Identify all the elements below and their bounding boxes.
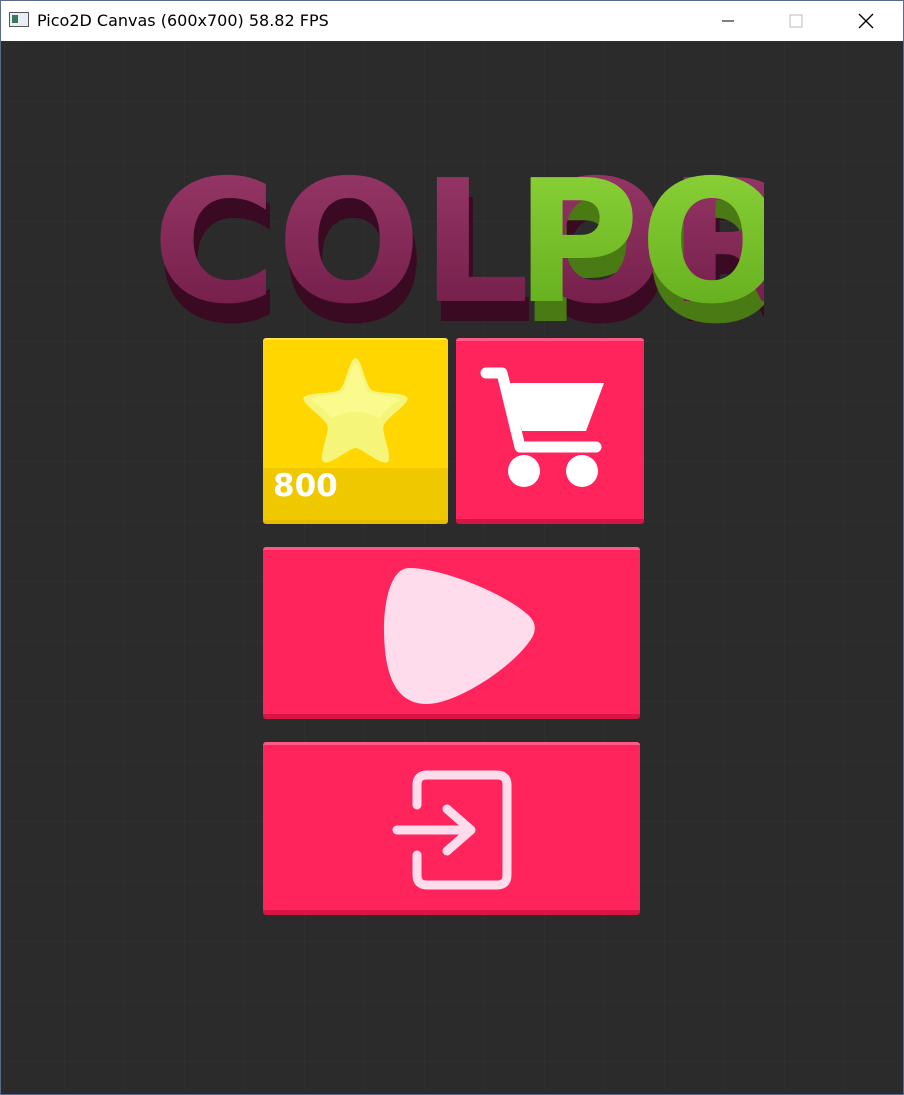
close-icon	[858, 13, 874, 29]
app-icon	[9, 12, 29, 27]
play-icon	[384, 568, 535, 704]
app-window: Pico2D Canvas (600x700) 58.82 FPS COLOR …	[0, 0, 904, 1095]
close-button[interactable]	[843, 1, 889, 41]
exit-icon	[392, 770, 512, 890]
minimize-icon	[722, 20, 734, 22]
exit-button[interactable]	[263, 742, 640, 915]
maximize-button[interactable]	[773, 1, 819, 41]
stars-tile[interactable]: 800	[263, 338, 448, 524]
logo-word-pop: POP!	[515, 144, 764, 341]
window-title: Pico2D Canvas (600x700) 58.82 FPS	[37, 11, 329, 30]
minimize-button[interactable]	[705, 1, 751, 41]
cart-icon	[480, 367, 604, 487]
title-bar[interactable]: Pico2D Canvas (600x700) 58.82 FPS	[1, 1, 903, 41]
star-icon	[303, 358, 408, 463]
play-button[interactable]	[263, 547, 640, 719]
stars-count: 800	[273, 468, 338, 504]
game-logo: COLOR POP! COLOR POP!	[152, 144, 764, 341]
shop-button[interactable]	[456, 338, 644, 524]
maximize-icon	[789, 14, 803, 28]
